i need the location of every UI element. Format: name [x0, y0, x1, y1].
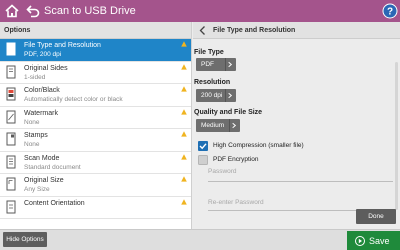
- title-bar: Scan to USB Drive ?: [0, 0, 400, 22]
- done-button[interactable]: Done: [356, 209, 396, 224]
- stamps-icon: [6, 132, 16, 146]
- chevron-left-icon[interactable]: [198, 25, 208, 36]
- quality-dropdown[interactable]: Medium: [196, 119, 240, 132]
- scrollbar[interactable]: [395, 62, 398, 210]
- option-stamps[interactable]: Stamps None: [0, 129, 191, 152]
- save-label: Save: [369, 236, 390, 246]
- resolution-value: 200 dpi: [201, 92, 223, 99]
- option-value: Automatically detect color or black: [24, 96, 123, 103]
- option-name: Original Sides: [24, 64, 68, 72]
- warning-icon: [181, 131, 187, 137]
- option-name: Stamps: [24, 132, 48, 139]
- option-original-sides[interactable]: Original Sides 1-sided: [0, 61, 191, 84]
- password-field: Password: [208, 168, 393, 182]
- option-color-black[interactable]: Color/Black Automatically detect color or…: [0, 84, 191, 107]
- option-name: File Type and Resolution: [24, 42, 101, 49]
- chevron-right-icon: [225, 89, 233, 102]
- warning-icon: [181, 153, 187, 160]
- warning-icon: [181, 63, 187, 70]
- footer-bar: Hide Options Save: [0, 229, 400, 250]
- option-name: Content Orientation: [24, 199, 85, 207]
- warning-icon: [181, 108, 187, 115]
- resolution-label: Resolution: [194, 79, 231, 86]
- color-black-icon: [6, 87, 16, 101]
- option-file-type[interactable]: File Type and Resolution PDF, 200 dpi: [0, 39, 191, 62]
- option-value: Any Size: [24, 186, 50, 193]
- warning-icon: [181, 176, 187, 182]
- original-sides-icon: [6, 65, 16, 78]
- back-arrow-icon[interactable]: [25, 3, 41, 19]
- options-list: File Type and Resolution PDF, 200 dpi Orig…: [0, 39, 191, 219]
- file-type-label: File Type: [194, 49, 224, 56]
- resolution-dropdown[interactable]: 200 dpi: [196, 89, 236, 102]
- scan-mode-icon: [6, 155, 16, 168]
- pdf-encryption-checkbox[interactable]: [198, 155, 208, 165]
- detail-title: File Type and Resolution: [213, 27, 296, 34]
- detail-panel: File Type and Resolution File Type PDF R…: [193, 22, 400, 229]
- option-value: PDF, 200 dpi: [24, 51, 62, 58]
- option-name: Scan Mode: [24, 154, 60, 162]
- quality-label: Quality and File Size: [194, 109, 263, 116]
- page-title: Scan to USB Drive: [44, 5, 136, 17]
- option-content-orientation[interactable]: Content Orientation: [0, 196, 191, 219]
- original-size-icon: [6, 177, 16, 191]
- password-placeholder: Password: [208, 168, 237, 175]
- help-glyph: ?: [387, 7, 393, 18]
- watermark-icon: [6, 110, 16, 123]
- option-original-size[interactable]: Original Size Any Size: [0, 174, 191, 197]
- options-heading: Options: [0, 22, 191, 39]
- hide-options-button[interactable]: Hide Options: [3, 232, 47, 247]
- option-name: Original Size: [24, 177, 64, 184]
- option-value: None: [24, 118, 40, 126]
- help-icon[interactable]: ?: [382, 3, 398, 19]
- warning-icon: [181, 41, 187, 47]
- warning-icon: [181, 86, 187, 92]
- option-name: Color/Black: [24, 87, 60, 94]
- option-value: Standard document: [24, 163, 81, 171]
- file-type-icon: [6, 42, 16, 56]
- high-compression-checkbox[interactable]: [198, 141, 208, 151]
- file-type-dropdown[interactable]: PDF: [196, 58, 236, 71]
- warning-icon: [181, 198, 187, 205]
- play-arrow-icon: [355, 236, 365, 246]
- scan-to-usb-screen: Scan to USB Drive ? Options File Type an…: [0, 0, 400, 250]
- pdf-encryption-label: PDF Encryption: [213, 156, 259, 163]
- options-panel: Options File Type and Resolution PDF, 200…: [0, 22, 192, 229]
- chevron-right-icon: [225, 58, 233, 71]
- option-watermark[interactable]: Watermark None: [0, 106, 191, 129]
- content-orientation-icon: [6, 200, 16, 213]
- option-value: None: [24, 141, 40, 148]
- reenter-password-placeholder: Re-enter Password: [208, 199, 264, 206]
- detail-header: File Type and Resolution: [193, 22, 400, 39]
- save-button[interactable]: Save: [347, 231, 400, 250]
- option-value: 1-sided: [24, 73, 46, 81]
- file-type-value: PDF: [201, 61, 214, 68]
- option-scan-mode[interactable]: Scan Mode Standard document: [0, 151, 191, 174]
- chevron-right-icon: [229, 119, 237, 132]
- high-compression-label: High Compression (smaller file): [213, 142, 304, 149]
- home-icon[interactable]: [4, 3, 20, 19]
- quality-value: Medium: [201, 122, 225, 129]
- option-name: Watermark: [24, 109, 58, 117]
